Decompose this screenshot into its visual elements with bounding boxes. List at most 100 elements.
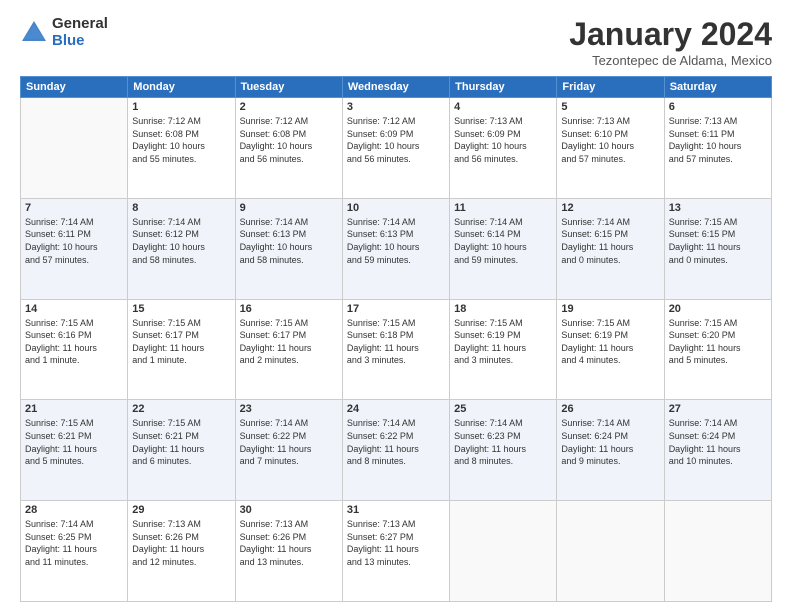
- table-row: 25Sunrise: 7:14 AMSunset: 6:23 PMDayligh…: [450, 400, 557, 501]
- header-thursday: Thursday: [450, 77, 557, 98]
- table-row: 2Sunrise: 7:12 AMSunset: 6:08 PMDaylight…: [235, 98, 342, 199]
- table-row: 16Sunrise: 7:15 AMSunset: 6:17 PMDayligh…: [235, 299, 342, 400]
- day-number: 17: [347, 303, 445, 315]
- day-number: 13: [669, 202, 767, 214]
- table-row: 6 Sunrise: 7:13 AMSunset: 6:11 PMDaylight…: [664, 98, 771, 199]
- header-monday: Monday: [128, 77, 235, 98]
- table-row: 10 Sunrise: 7:14 AMSunset: 6:13 PMDayligh…: [342, 198, 449, 299]
- calendar-week-row: 28 Sunrise: 7:14 AMSunset: 6:25 PMDayligh…: [21, 501, 772, 602]
- table-row: 11 Sunrise: 7:14 AMSunset: 6:14 PMDayligh…: [450, 198, 557, 299]
- table-row: 4 Sunrise: 7:13 AMSunset: 6:09 PMDaylight…: [450, 98, 557, 199]
- day-number: 11: [454, 202, 552, 214]
- table-row: 3 Sunrise: 7:12 AMSunset: 6:09 PMDaylight…: [342, 98, 449, 199]
- day-number: 5: [561, 101, 659, 113]
- day-info: Sunrise: 7:15 AMSunset: 6:17 PMDaylight:…: [132, 317, 230, 367]
- header-sunday: Sunday: [21, 77, 128, 98]
- table-row: 22 Sunrise: 7:15 AMSunset: 6:21 PMDayligh…: [128, 400, 235, 501]
- day-info: Sunrise: 7:15 AMSunset: 6:17 PMDaylight:…: [240, 317, 338, 367]
- calendar-week-row: 1 Sunrise: 7:12 AMSunset: 6:08 PMDaylight…: [21, 98, 772, 199]
- table-row: [664, 501, 771, 602]
- day-number: 27: [669, 403, 767, 415]
- logo: General Blue: [20, 16, 108, 49]
- day-info: Sunrise: 7:15 AMSunset: 6:21 PMDaylight:…: [132, 417, 230, 467]
- day-number: 21: [25, 403, 123, 415]
- table-row: 29Sunrise: 7:13 AMSunset: 6:26 PMDayligh…: [128, 501, 235, 602]
- day-number: 3: [347, 101, 445, 113]
- day-info: Sunrise: 7:14 AMSunset: 6:24 PMDaylight:…: [669, 417, 767, 467]
- day-info: Sunrise: 7:14 AMSunset: 6:23 PMDaylight:…: [454, 417, 552, 467]
- table-row: 19Sunrise: 7:15 AMSunset: 6:19 PMDayligh…: [557, 299, 664, 400]
- day-number: 4: [454, 101, 552, 113]
- table-row: 1 Sunrise: 7:12 AMSunset: 6:08 PMDaylight…: [128, 98, 235, 199]
- calendar-header-row: Sunday Monday Tuesday Wednesday Thursday…: [21, 77, 772, 98]
- calendar-table: Sunday Monday Tuesday Wednesday Thursday…: [20, 76, 772, 602]
- table-row: 21 Sunrise: 7:15 AMSunset: 6:21 PMDayligh…: [21, 400, 128, 501]
- day-info: Sunrise: 7:13 AMSunset: 6:11 PMDaylight:…: [669, 115, 767, 165]
- logo-icon: [20, 19, 48, 47]
- day-number: 14: [25, 303, 123, 315]
- table-row: 17 Sunrise: 7:15 AMSunset: 6:18 PMDayligh…: [342, 299, 449, 400]
- day-number: 15: [132, 303, 230, 315]
- day-info: Sunrise: 7:14 AMSunset: 6:22 PMDaylight:…: [240, 417, 338, 467]
- day-info: Sunrise: 7:15 AMSunset: 6:18 PMDaylight:…: [347, 317, 445, 367]
- table-row: 28 Sunrise: 7:14 AMSunset: 6:25 PMDayligh…: [21, 501, 128, 602]
- day-number: 31: [347, 504, 445, 516]
- page: General Blue January 2024 Tezontepec de …: [0, 0, 792, 612]
- table-row: 26Sunrise: 7:14 AMSunset: 6:24 PMDayligh…: [557, 400, 664, 501]
- title-block: January 2024 Tezontepec de Aldama, Mexic…: [569, 16, 772, 68]
- day-info: Sunrise: 7:12 AMSunset: 6:09 PMDaylight:…: [347, 115, 445, 165]
- location: Tezontepec de Aldama, Mexico: [569, 53, 772, 68]
- day-number: 22: [132, 403, 230, 415]
- day-number: 18: [454, 303, 552, 315]
- day-number: 29: [132, 504, 230, 516]
- day-info: Sunrise: 7:14 AMSunset: 6:11 PMDaylight:…: [25, 216, 123, 266]
- day-info: Sunrise: 7:14 AMSunset: 6:15 PMDaylight:…: [561, 216, 659, 266]
- calendar-week-row: 14 Sunrise: 7:15 AMSunset: 6:16 PMDayligh…: [21, 299, 772, 400]
- table-row: 12Sunrise: 7:14 AMSunset: 6:15 PMDayligh…: [557, 198, 664, 299]
- table-row: [450, 501, 557, 602]
- table-row: 7Sunrise: 7:14 AMSunset: 6:11 PMDaylight…: [21, 198, 128, 299]
- day-number: 20: [669, 303, 767, 315]
- logo-general: General: [52, 16, 108, 33]
- table-row: [21, 98, 128, 199]
- day-number: 1: [132, 101, 230, 113]
- day-number: 23: [240, 403, 338, 415]
- table-row: 23 Sunrise: 7:14 AMSunset: 6:22 PMDayligh…: [235, 400, 342, 501]
- table-row: 27 Sunrise: 7:14 AMSunset: 6:24 PMDayligh…: [664, 400, 771, 501]
- day-info: Sunrise: 7:13 AMSunset: 6:26 PMDaylight:…: [240, 518, 338, 568]
- day-info: Sunrise: 7:15 AMSunset: 6:21 PMDaylight:…: [25, 417, 123, 467]
- day-info: Sunrise: 7:13 AMSunset: 6:09 PMDaylight:…: [454, 115, 552, 165]
- day-number: 8: [132, 202, 230, 214]
- day-info: Sunrise: 7:12 AMSunset: 6:08 PMDaylight:…: [240, 115, 338, 165]
- day-number: 10: [347, 202, 445, 214]
- day-info: Sunrise: 7:15 AMSunset: 6:20 PMDaylight:…: [669, 317, 767, 367]
- table-row: 20 Sunrise: 7:15 AMSunset: 6:20 PMDayligh…: [664, 299, 771, 400]
- header-friday: Friday: [557, 77, 664, 98]
- logo-text: General Blue: [52, 16, 108, 49]
- day-number: 28: [25, 504, 123, 516]
- header-tuesday: Tuesday: [235, 77, 342, 98]
- day-info: Sunrise: 7:14 AMSunset: 6:25 PMDaylight:…: [25, 518, 123, 568]
- table-row: 9Sunrise: 7:14 AMSunset: 6:13 PMDaylight…: [235, 198, 342, 299]
- table-row: 30Sunrise: 7:13 AMSunset: 6:26 PMDayligh…: [235, 501, 342, 602]
- day-info: Sunrise: 7:14 AMSunset: 6:13 PMDaylight:…: [347, 216, 445, 266]
- month-title: January 2024: [569, 16, 772, 53]
- day-info: Sunrise: 7:14 AMSunset: 6:14 PMDaylight:…: [454, 216, 552, 266]
- table-row: 5 Sunrise: 7:13 AMSunset: 6:10 PMDaylight…: [557, 98, 664, 199]
- day-info: Sunrise: 7:12 AMSunset: 6:08 PMDaylight:…: [132, 115, 230, 165]
- table-row: 31 Sunrise: 7:13 AMSunset: 6:27 PMDayligh…: [342, 501, 449, 602]
- day-info: Sunrise: 7:14 AMSunset: 6:13 PMDaylight:…: [240, 216, 338, 266]
- day-info: Sunrise: 7:13 AMSunset: 6:10 PMDaylight:…: [561, 115, 659, 165]
- table-row: 24Sunrise: 7:14 AMSunset: 6:22 PMDayligh…: [342, 400, 449, 501]
- day-number: 6: [669, 101, 767, 113]
- day-info: Sunrise: 7:13 AMSunset: 6:27 PMDaylight:…: [347, 518, 445, 568]
- table-row: 8 Sunrise: 7:14 AMSunset: 6:12 PMDaylight…: [128, 198, 235, 299]
- table-row: 18 Sunrise: 7:15 AMSunset: 6:19 PMDayligh…: [450, 299, 557, 400]
- day-info: Sunrise: 7:15 AMSunset: 6:19 PMDaylight:…: [454, 317, 552, 367]
- calendar-week-row: 21 Sunrise: 7:15 AMSunset: 6:21 PMDayligh…: [21, 400, 772, 501]
- day-info: Sunrise: 7:15 AMSunset: 6:16 PMDaylight:…: [25, 317, 123, 367]
- day-info: Sunrise: 7:14 AMSunset: 6:24 PMDaylight:…: [561, 417, 659, 467]
- header-saturday: Saturday: [664, 77, 771, 98]
- day-info: Sunrise: 7:14 AMSunset: 6:12 PMDaylight:…: [132, 216, 230, 266]
- day-info: Sunrise: 7:15 AMSunset: 6:15 PMDaylight:…: [669, 216, 767, 266]
